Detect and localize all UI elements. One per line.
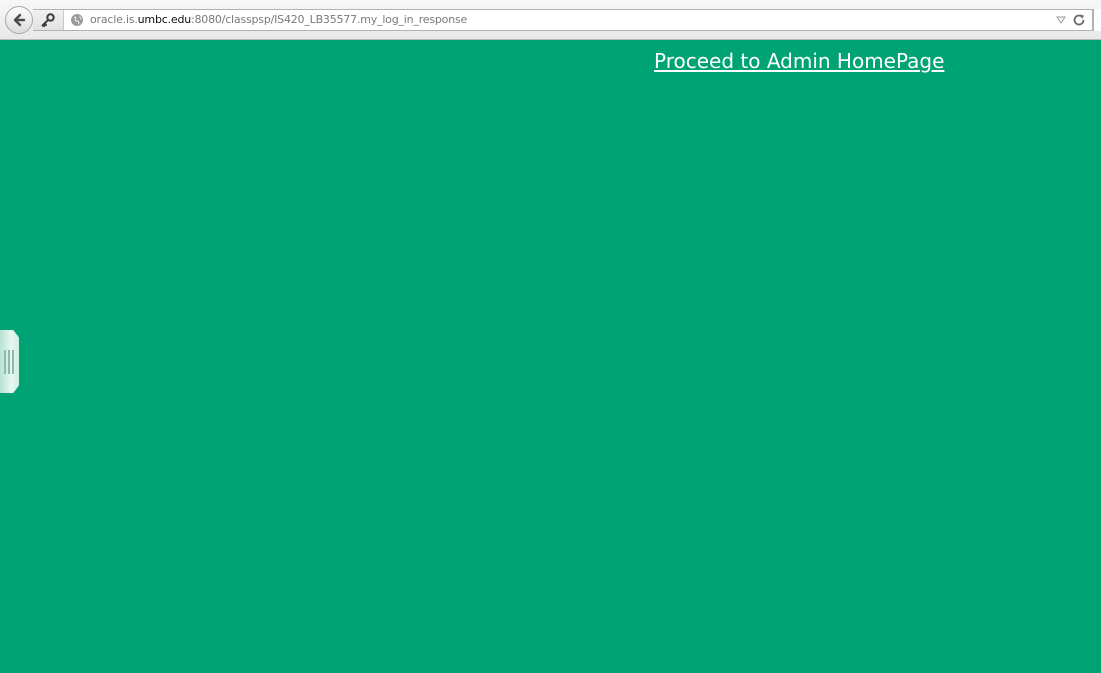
url-text[interactable]: oracle.is.umbc.edu:8080/classpsp/IS420_L…	[90, 13, 467, 27]
url-subdomain: oracle.is.	[90, 13, 138, 26]
url-domain: umbc.edu	[137, 13, 192, 26]
dropdown-triangle-icon[interactable]	[1056, 16, 1066, 24]
proceed-to-admin-homepage-link[interactable]: Proceed to Admin HomePage	[654, 48, 944, 74]
back-arrow-icon	[13, 13, 26, 27]
globe-icon	[71, 14, 83, 26]
site-identity-button[interactable]	[33, 10, 64, 30]
grip-handle-icon	[4, 350, 14, 374]
url-path: :8080/classpsp/IS420_LB35577.my_log_in_r…	[191, 13, 468, 26]
toolbar-edge	[1093, 9, 1101, 31]
browser-toolbar: oracle.is.umbc.edu:8080/classpsp/IS420_L…	[0, 0, 1101, 40]
sidebar-handle[interactable]	[0, 330, 19, 393]
reload-icon[interactable]	[1072, 13, 1086, 27]
key-icon	[41, 13, 55, 28]
back-button[interactable]	[5, 6, 33, 34]
address-bar[interactable]: oracle.is.umbc.edu:8080/classpsp/IS420_L…	[33, 9, 1093, 31]
